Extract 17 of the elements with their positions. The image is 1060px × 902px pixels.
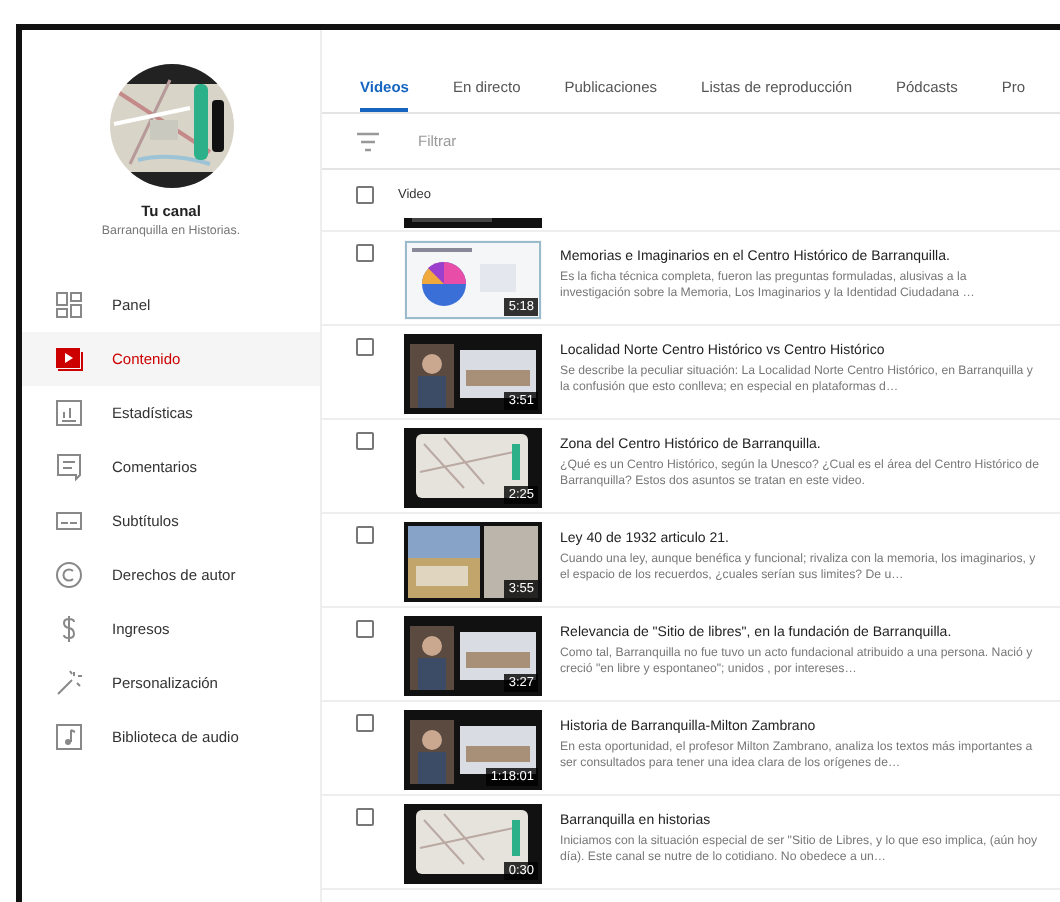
dashboard-icon xyxy=(54,290,84,320)
checkbox[interactable] xyxy=(356,338,374,356)
checkbox[interactable] xyxy=(356,432,374,450)
filter-icon xyxy=(356,131,380,151)
comment-icon xyxy=(54,452,84,482)
checkbox[interactable] xyxy=(356,244,374,262)
checkbox[interactable] xyxy=(356,620,374,638)
chart-icon xyxy=(54,398,84,428)
checkbox[interactable] xyxy=(356,714,374,732)
play-icon xyxy=(54,344,84,374)
checkbox[interactable] xyxy=(356,185,374,203)
copyright-icon xyxy=(54,560,84,590)
magic-wand-icon xyxy=(54,668,84,698)
checkbox[interactable] xyxy=(356,808,374,826)
subtitles-icon xyxy=(54,506,84,536)
checkbox[interactable] xyxy=(356,526,374,544)
music-note-icon xyxy=(54,722,84,752)
